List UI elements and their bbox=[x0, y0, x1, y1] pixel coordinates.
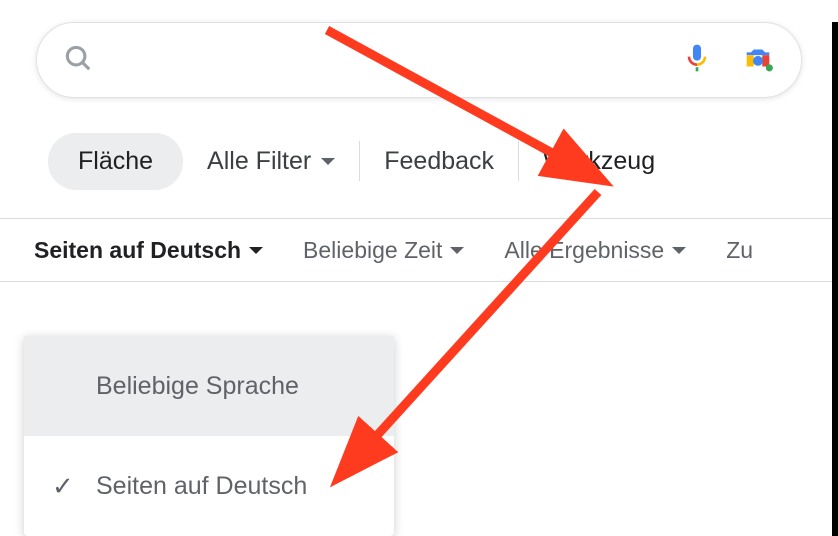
tools-time[interactable]: Beliebige Zeit bbox=[303, 237, 464, 264]
check-space: ✓ bbox=[52, 471, 96, 502]
filter-row: Fläche Alle Filter Feedback Werkzeug bbox=[0, 128, 838, 194]
chevron-down-icon bbox=[249, 247, 263, 254]
dropdown-item-german-pages[interactable]: ✓ Seiten auf Deutsch bbox=[24, 436, 394, 536]
filter-alle-filter[interactable]: Alle Filter bbox=[207, 147, 335, 176]
tools-results[interactable]: Alle Ergebnisse bbox=[504, 237, 686, 264]
divider bbox=[359, 141, 360, 181]
tools-reset[interactable]: Zu bbox=[726, 237, 753, 264]
filter-werkzeug[interactable]: Werkzeug bbox=[543, 147, 655, 176]
search-icon[interactable] bbox=[63, 43, 93, 78]
tools-language[interactable]: Seiten auf Deutsch bbox=[34, 237, 263, 264]
dropdown-item-any-language[interactable]: Beliebige Sprache bbox=[24, 336, 394, 436]
filter-flaeche[interactable]: Fläche bbox=[48, 133, 183, 190]
filter-feedback[interactable]: Feedback bbox=[384, 147, 494, 176]
image-search-icon[interactable] bbox=[741, 41, 775, 80]
chevron-down-icon bbox=[672, 247, 686, 254]
right-edge bbox=[832, 22, 838, 536]
tools-reset-label: Zu bbox=[726, 237, 753, 264]
dropdown-item-label: Beliebige Sprache bbox=[96, 372, 299, 401]
chevron-down-icon bbox=[450, 247, 464, 254]
search-bar bbox=[36, 22, 802, 98]
tools-filter-row: Seiten auf Deutsch Beliebige Zeit Alle E… bbox=[0, 218, 838, 282]
dropdown-item-label: Seiten auf Deutsch bbox=[96, 472, 307, 501]
voice-search-icon[interactable] bbox=[681, 42, 713, 79]
tools-time-label: Beliebige Zeit bbox=[303, 237, 442, 264]
check-icon: ✓ bbox=[52, 471, 74, 502]
search-input[interactable] bbox=[111, 47, 681, 73]
search-right-icons bbox=[681, 41, 775, 80]
language-dropdown: Beliebige Sprache ✓ Seiten auf Deutsch bbox=[24, 336, 394, 536]
tools-results-label: Alle Ergebnisse bbox=[504, 237, 664, 264]
divider bbox=[518, 141, 519, 181]
chevron-down-icon bbox=[321, 158, 335, 165]
filter-alle-filter-label: Alle Filter bbox=[207, 147, 311, 176]
tools-language-label: Seiten auf Deutsch bbox=[34, 237, 241, 264]
